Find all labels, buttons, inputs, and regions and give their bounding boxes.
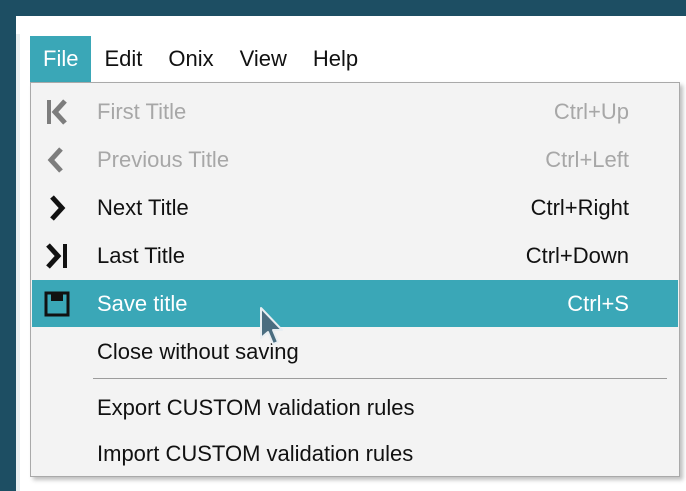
menu-item-label: Previous Title (97, 146, 230, 172)
menu-bar: File Edit Onix View Help (30, 36, 371, 82)
save-icon (42, 289, 72, 319)
next-icon (42, 193, 72, 223)
window-inner-edge (16, 16, 20, 491)
menu-onix[interactable]: Onix (155, 36, 226, 82)
menu-item-shortcut: Ctrl+Left (545, 146, 629, 172)
last-icon (42, 241, 72, 271)
menu-item-export-custom-rules[interactable]: Export CUSTOM validation rules (32, 384, 678, 431)
menu-item-label: Last Title (97, 242, 186, 268)
menu-item-import-custom-rules[interactable]: Import CUSTOM validation rules (32, 430, 678, 477)
menu-item-shortcut: Ctrl+Up (553, 98, 629, 124)
mouse-pointer-icon (258, 306, 286, 353)
menu-item-label: Import CUSTOM validation rules (97, 440, 414, 466)
menu-item-label: Save title (97, 290, 188, 316)
menu-help[interactable]: Help (300, 36, 371, 82)
menu-item-shortcut: Ctrl+S (567, 290, 629, 316)
menu-item-label: Next Title (97, 194, 189, 220)
menu-item-last-title[interactable]: Last Title Ctrl+Down (32, 232, 678, 279)
file-dropdown-menu: First Title Ctrl+Up Previous Title Ctrl+… (30, 82, 680, 477)
menu-separator (93, 378, 667, 379)
menu-file[interactable]: File (30, 36, 92, 82)
menu-item-first-title[interactable]: First Title Ctrl+Up (32, 88, 678, 135)
menu-item-label: First Title (97, 98, 187, 124)
menu-item-save-title[interactable]: Save title Ctrl+S (32, 280, 678, 327)
menu-item-previous-title[interactable]: Previous Title Ctrl+Left (32, 136, 678, 183)
menu-item-shortcut: Ctrl+Right (530, 194, 629, 220)
window-frame-left (0, 0, 16, 491)
menu-item-shortcut: Ctrl+Down (525, 242, 629, 268)
first-icon (42, 97, 72, 127)
menu-edit[interactable]: Edit (91, 36, 155, 82)
menu-item-label: Export CUSTOM validation rules (97, 394, 415, 420)
window-title-area (16, 16, 686, 34)
menu-view[interactable]: View (227, 36, 300, 82)
menu-item-next-title[interactable]: Next Title Ctrl+Right (32, 184, 678, 231)
previous-icon (42, 145, 72, 175)
window-frame-top (0, 0, 686, 16)
menu-item-close-without-saving[interactable]: Close without saving (32, 328, 678, 375)
